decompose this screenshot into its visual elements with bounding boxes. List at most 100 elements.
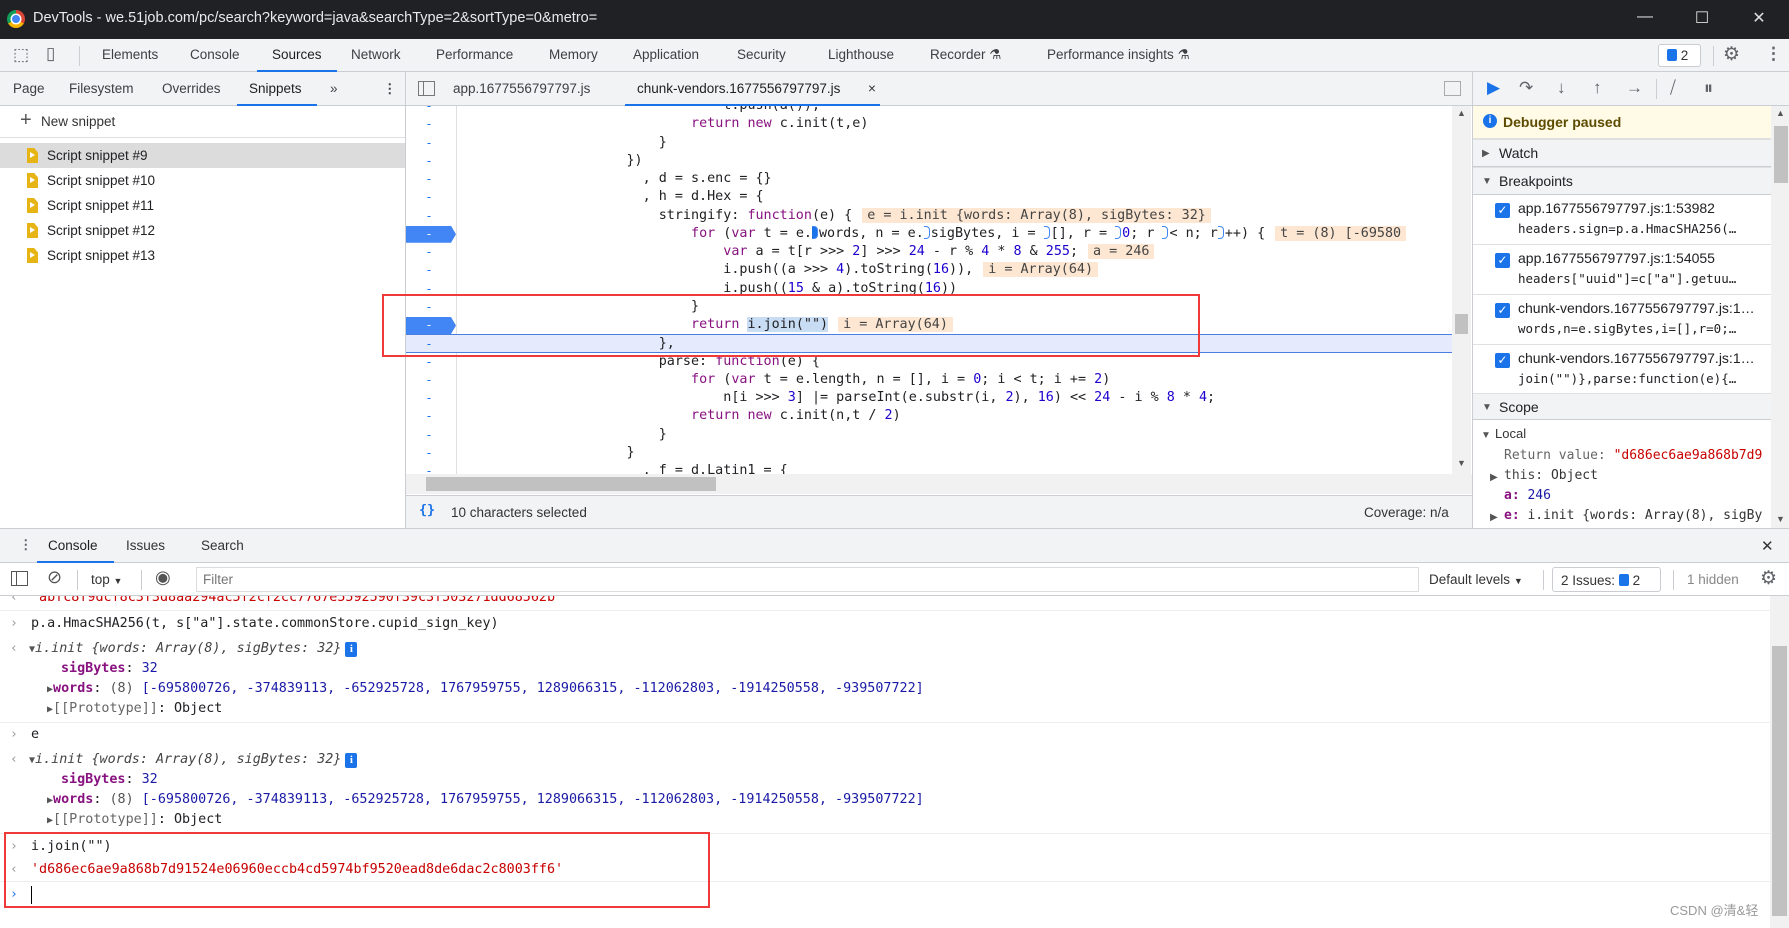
tab-console[interactable]: Console xyxy=(190,47,240,62)
breakpoint-item[interactable]: ✓ chunk-vendors.1677556797797.js:1… words,… xyxy=(1473,295,1771,345)
scope-local[interactable]: Local xyxy=(1495,426,1526,441)
info-icon[interactable]: i xyxy=(345,642,358,657)
breakpoint-item[interactable]: ✓ app.1677556797797.js:1:54055 headers["uu… xyxy=(1473,245,1771,295)
live-expression-eye-icon[interactable]: ◉ xyxy=(155,567,171,588)
code-line[interactable]: - stringify: function(e) {e = i.init {wor… xyxy=(406,207,1452,225)
breakpoint-checkbox[interactable]: ✓ xyxy=(1495,253,1510,268)
maximize-button[interactable]: ☐ xyxy=(1690,8,1714,28)
code-line[interactable]: - return new c.init(t,e) xyxy=(406,115,1452,133)
expand-triangle-icon[interactable]: ▶ xyxy=(1490,472,1498,483)
device-toolbar-icon[interactable]: ▯ xyxy=(46,44,55,64)
code-line[interactable]: -} xyxy=(406,426,1452,444)
code-line[interactable]: - i.push((a >>> 4).toString(16)), i = Arra… xyxy=(406,261,1452,279)
line-number[interactable]: - xyxy=(423,371,435,389)
editor-horizontal-scrollbar[interactable] xyxy=(406,474,1472,494)
snippet-item[interactable]: Script snippet #10 xyxy=(0,168,405,193)
inline-breakpoint-marker[interactable] xyxy=(1217,225,1224,239)
code-line[interactable]: -} xyxy=(406,134,1452,152)
step-over-icon[interactable]: ↷ xyxy=(1519,78,1533,98)
clear-console-icon[interactable]: ⊘ xyxy=(47,567,62,588)
scope-e[interactable]: e: i.init {words: Array(8), sigBy xyxy=(1504,508,1771,523)
nav-tab-filesystem[interactable]: Filesystem xyxy=(69,81,134,96)
drawer-tab-search[interactable]: Search xyxy=(201,538,244,553)
console-output-object[interactable]: ‹ ▼i.init {words: Array(8), sigBytes: 32}… xyxy=(0,639,1770,659)
line-number[interactable]: - xyxy=(423,106,435,115)
line-number[interactable]: - xyxy=(423,462,435,474)
tab-memory[interactable]: Memory xyxy=(549,47,598,62)
breakpoint-checkbox[interactable]: ✓ xyxy=(1495,353,1510,368)
snippet-item[interactable]: Script snippet #12 xyxy=(0,218,405,243)
nav-tab-snippets[interactable]: Snippets xyxy=(249,81,302,96)
code-view[interactable]: -t.push(a());-return new c.init(t,e)-}-}… xyxy=(406,106,1452,474)
breakpoint-item[interactable]: ✓ app.1677556797797.js:1:53982 headers.sig… xyxy=(1473,195,1771,245)
breakpoint-checkbox[interactable]: ✓ xyxy=(1495,303,1510,318)
inline-breakpoint-marker[interactable] xyxy=(811,225,818,239)
object-property[interactable]: ▶words: (8) [-695800726, -374839113, -65… xyxy=(0,790,1770,810)
sidebar-scrollbar[interactable]: ▲ ▼ xyxy=(1771,106,1789,528)
code-line[interactable]: - return new c.init(n,t / 2) xyxy=(406,407,1452,425)
nav-tab-overrides[interactable]: Overrides xyxy=(162,81,221,96)
close-window-button[interactable]: ✕ xyxy=(1747,8,1771,28)
inline-breakpoint-marker[interactable] xyxy=(1043,225,1050,239)
step-into-icon[interactable]: ↓ xyxy=(1557,78,1566,98)
code-line[interactable]: - for (var t = e.length, n = [], i = 0; i… xyxy=(406,371,1452,389)
kebab-icon[interactable]: ⋮ xyxy=(383,81,397,97)
pretty-print-icon[interactable]: {} xyxy=(419,503,435,518)
console-scrollbar[interactable] xyxy=(1770,596,1789,928)
snippet-item[interactable]: Script snippet #13 xyxy=(0,243,405,268)
tab-security[interactable]: Security xyxy=(737,47,786,62)
tab-lighthouse[interactable]: Lighthouse xyxy=(828,47,894,62)
info-icon[interactable]: i xyxy=(345,753,358,768)
object-property[interactable]: ▶[[Prototype]]: Object xyxy=(0,810,1770,830)
code-line[interactable]: - n[i >>> 3] |= parseInt(e.substr(i, 2), … xyxy=(406,389,1452,407)
step-icon[interactable]: → xyxy=(1626,78,1643,98)
scrollbar-thumb[interactable] xyxy=(1774,126,1788,183)
drawer-tab-console[interactable]: Console xyxy=(48,538,98,553)
line-number[interactable]: - xyxy=(423,407,435,425)
scope-a[interactable]: a: 246 xyxy=(1504,488,1551,503)
minimize-button[interactable]: — xyxy=(1633,8,1657,26)
drawer-menu-icon[interactable]: ⋮ xyxy=(19,537,33,553)
more-tabs-button[interactable]: » xyxy=(330,81,338,96)
code-line[interactable]: - , d = s.enc = {} xyxy=(406,170,1452,188)
line-number[interactable]: - xyxy=(423,134,435,152)
breakpoint-checkbox[interactable]: ✓ xyxy=(1495,203,1510,218)
tab-sources[interactable]: Sources xyxy=(272,47,322,62)
code-line[interactable]: - , f = d.Latin1 = { xyxy=(406,462,1452,474)
line-number[interactable]: - xyxy=(423,426,435,444)
context-selector[interactable]: top ▼ xyxy=(91,572,122,587)
tab-recorder[interactable]: Recorder ⚗ xyxy=(930,47,1001,63)
code-line[interactable]: - t.push(a()); xyxy=(406,106,1452,115)
gear-icon[interactable]: ⚙ xyxy=(1723,43,1740,66)
console-settings-gear-icon[interactable]: ⚙ xyxy=(1760,567,1777,590)
log-levels-dropdown[interactable]: Default levels ▼ xyxy=(1429,572,1523,587)
pause-on-exceptions-icon[interactable]: ⏸ xyxy=(1704,78,1713,99)
line-number[interactable]: - xyxy=(423,261,435,279)
expand-triangle-icon[interactable]: ▶ xyxy=(1490,512,1498,523)
inspect-element-icon[interactable]: ⬚ xyxy=(13,45,29,65)
code-line[interactable]: - for (var t = e. words, n = e. sigBytes, i… xyxy=(406,225,1452,243)
scrollbar-thumb[interactable] xyxy=(1455,314,1468,334)
inline-breakpoint-marker[interactable] xyxy=(1115,225,1122,239)
console-sidebar-icon[interactable] xyxy=(11,571,28,586)
line-number[interactable]: - xyxy=(423,444,435,462)
line-number[interactable]: - xyxy=(423,115,435,133)
console-filter-input[interactable] xyxy=(196,567,1419,592)
snippet-item[interactable]: Script snippet #11 xyxy=(0,193,405,218)
deactivate-breakpoints-icon[interactable]: ⧸ xyxy=(1670,78,1676,98)
object-property[interactable]: ▶words: (8) [-695800726, -374839113, -65… xyxy=(0,679,1770,699)
code-line[interactable]: -}) xyxy=(406,152,1452,170)
line-number[interactable]: - xyxy=(423,225,435,243)
scrollbar-thumb[interactable] xyxy=(426,477,716,491)
tab-performance-insights[interactable]: Performance insights ⚗ xyxy=(1047,47,1190,63)
snippet-item[interactable]: Script snippet #9 xyxy=(0,143,405,168)
editor-tab-app-js[interactable]: app.1677556797797.js xyxy=(453,81,590,96)
line-number[interactable]: - xyxy=(423,188,435,206)
tab-network[interactable]: Network xyxy=(351,47,401,62)
line-number[interactable]: - xyxy=(423,389,435,407)
code-line[interactable]: - var a = t[r >>> 2] >>> 24 - r % 4 * 8 &… xyxy=(406,243,1452,261)
scope-this[interactable]: this: Object xyxy=(1504,468,1598,483)
nav-tab-page[interactable]: Page xyxy=(13,81,45,96)
console-output-object[interactable]: ‹ ▼i.init {words: Array(8), sigBytes: 32}… xyxy=(0,750,1770,770)
line-number[interactable]: - xyxy=(423,207,435,225)
